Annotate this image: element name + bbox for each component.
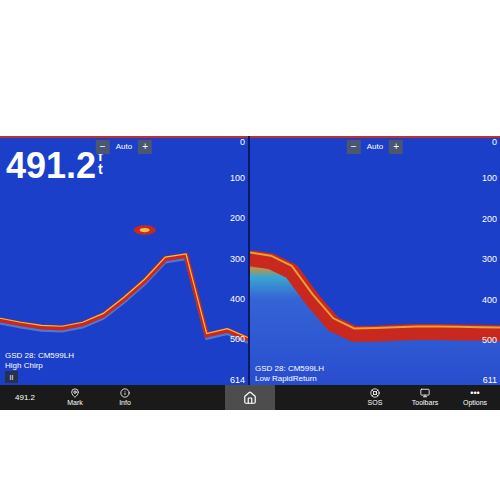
channel-label: Low RapidReturn <box>255 374 324 384</box>
nav-button[interactable]: SOS <box>350 385 400 410</box>
depth-scale-label: 200 <box>230 214 245 223</box>
depth-scale-label: 100 <box>230 174 245 183</box>
home-button[interactable] <box>225 385 275 410</box>
zoom-in-button[interactable]: + <box>138 140 152 154</box>
zoom-mode: Auto <box>114 141 134 153</box>
depth-scale-label: 300 <box>482 255 497 264</box>
pause-button[interactable]: II <box>5 371 18 383</box>
bottom-return <box>250 262 500 385</box>
nav-button[interactable]: 491.2 <box>0 385 50 410</box>
depth-scale-label: 0 <box>240 138 245 147</box>
depth-scale-label: 400 <box>482 295 497 304</box>
zoom-controls: −Auto + <box>96 140 152 154</box>
depth-scale-label: 500 <box>482 336 497 345</box>
fish-target <box>134 225 156 235</box>
nav-button[interactable]: Toolbars <box>400 385 450 410</box>
seabed-line <box>250 258 500 334</box>
options-icon: ••• <box>470 388 479 398</box>
depth-readout: 491.2ft <box>6 148 106 184</box>
depth-scale-label: 400 <box>230 294 245 303</box>
seabed-top <box>250 252 500 328</box>
lifebuoy-icon <box>370 388 380 398</box>
depth-scale-label: 200 <box>482 214 497 223</box>
source-label: GSD 28: CM599LH <box>5 351 74 361</box>
home-icon <box>243 391 257 405</box>
depth-scale-label: 100 <box>482 174 497 183</box>
depth-scale-label: 611 <box>483 376 497 385</box>
depth-scale-label: 614 <box>230 376 245 385</box>
zoom-in-button[interactable]: + <box>389 140 403 154</box>
channel-label: High Chirp <box>5 361 74 371</box>
depth-scale-label: 500 <box>230 335 245 344</box>
sonar-panel: 491.2ft−Auto +0 100 200 300 400 500 614 GSD 28: … <box>0 136 248 385</box>
zoom-controls: −Auto + <box>347 140 403 154</box>
nav-button[interactable]: Mark <box>50 385 100 410</box>
channel-info: GSD 28: CM599LHHigh Chirp <box>5 351 74 371</box>
sonar-display: 491.2ft−Auto+0100200300400500614GSD 28: … <box>0 136 500 385</box>
bottom-bar: 491.2MarkInfo SOSToolbars•••Options <box>0 385 500 410</box>
app: 491.2ft−Auto+0100200300400500614GSD 28: … <box>0 0 500 500</box>
zoom-out-button[interactable]: − <box>96 140 110 154</box>
nav-button[interactable]: Info <box>100 385 150 410</box>
depth-scale-label: 300 <box>230 254 245 263</box>
pin-icon <box>70 388 80 398</box>
zoom-out-button[interactable]: − <box>347 140 361 154</box>
source-label: GSD 28: CM599LH <box>255 364 324 374</box>
zoom-mode: Auto <box>365 141 385 153</box>
nav-button[interactable]: •••Options <box>450 385 500 410</box>
sonar-panel: −Auto +0 100 200 300 400 500 611 GSD 28: CM599LH… <box>250 136 500 385</box>
echo-chart <box>250 138 500 385</box>
info-icon <box>120 388 130 398</box>
depth-scale-label: 0 <box>492 138 497 147</box>
channel-info: GSD 28: CM599LHLow RapidReturn <box>255 364 324 384</box>
toolbars-icon <box>420 388 430 398</box>
seabed-top <box>0 254 248 338</box>
